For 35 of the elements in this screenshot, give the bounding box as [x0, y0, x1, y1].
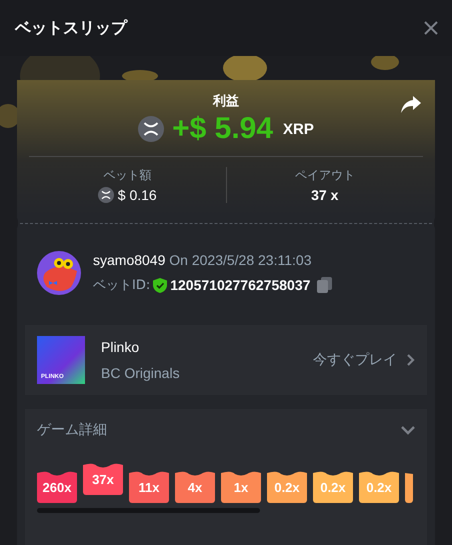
stat-value: $ 0.16: [118, 187, 157, 203]
multiplier-bucket: 0.2x: [359, 471, 399, 503]
window-title: ベットスリップ: [15, 18, 127, 38]
chevron-down-icon: [401, 425, 415, 435]
share-arrow-icon[interactable]: [401, 96, 421, 114]
multiplier-bucket: 0.2x: [313, 471, 353, 503]
avatar-icon: [37, 251, 81, 295]
game-details-toggle[interactable]: ゲーム詳細: [37, 409, 415, 451]
multiplier-bucket: 11x: [129, 471, 169, 503]
multiplier-bucket: 0.2x: [267, 471, 307, 503]
stat-value: 37 x: [311, 187, 338, 203]
xrp-coin-icon: [98, 187, 114, 203]
xrp-coin-icon: [138, 116, 164, 142]
game-name: Plinko: [101, 339, 140, 355]
bet-time: On 2023/5/28 23:11:03: [169, 252, 312, 268]
multiplier-bucket: 4x: [175, 471, 215, 503]
game-provider: BC Originals: [101, 365, 181, 381]
multiplier-bucket: 37x: [83, 463, 123, 495]
coin-drawing: [223, 56, 267, 82]
bet-id: 120571027762758037: [170, 277, 310, 293]
profit-amount: +$ 5.94: [172, 112, 274, 146]
chevron-right-icon: [407, 354, 415, 366]
multiplier-bucket: 260x: [37, 471, 77, 503]
stat-label: ペイアウト: [294, 167, 355, 184]
multiplier-bucket: 1x: [221, 471, 261, 503]
copy-icon[interactable]: [317, 277, 332, 293]
coin-drawing: [371, 56, 399, 70]
bet-id-label: ベットID:: [93, 277, 150, 294]
close-icon[interactable]: [424, 21, 438, 35]
shield-check-icon: [153, 278, 168, 292]
play-now-link[interactable]: 今すぐプレイ: [313, 351, 415, 369]
profit-label: 利益: [213, 93, 239, 110]
stat-label: ベット額: [103, 167, 152, 184]
currency-code: XRP: [283, 120, 314, 138]
player-name: syamo8049: [93, 252, 166, 268]
